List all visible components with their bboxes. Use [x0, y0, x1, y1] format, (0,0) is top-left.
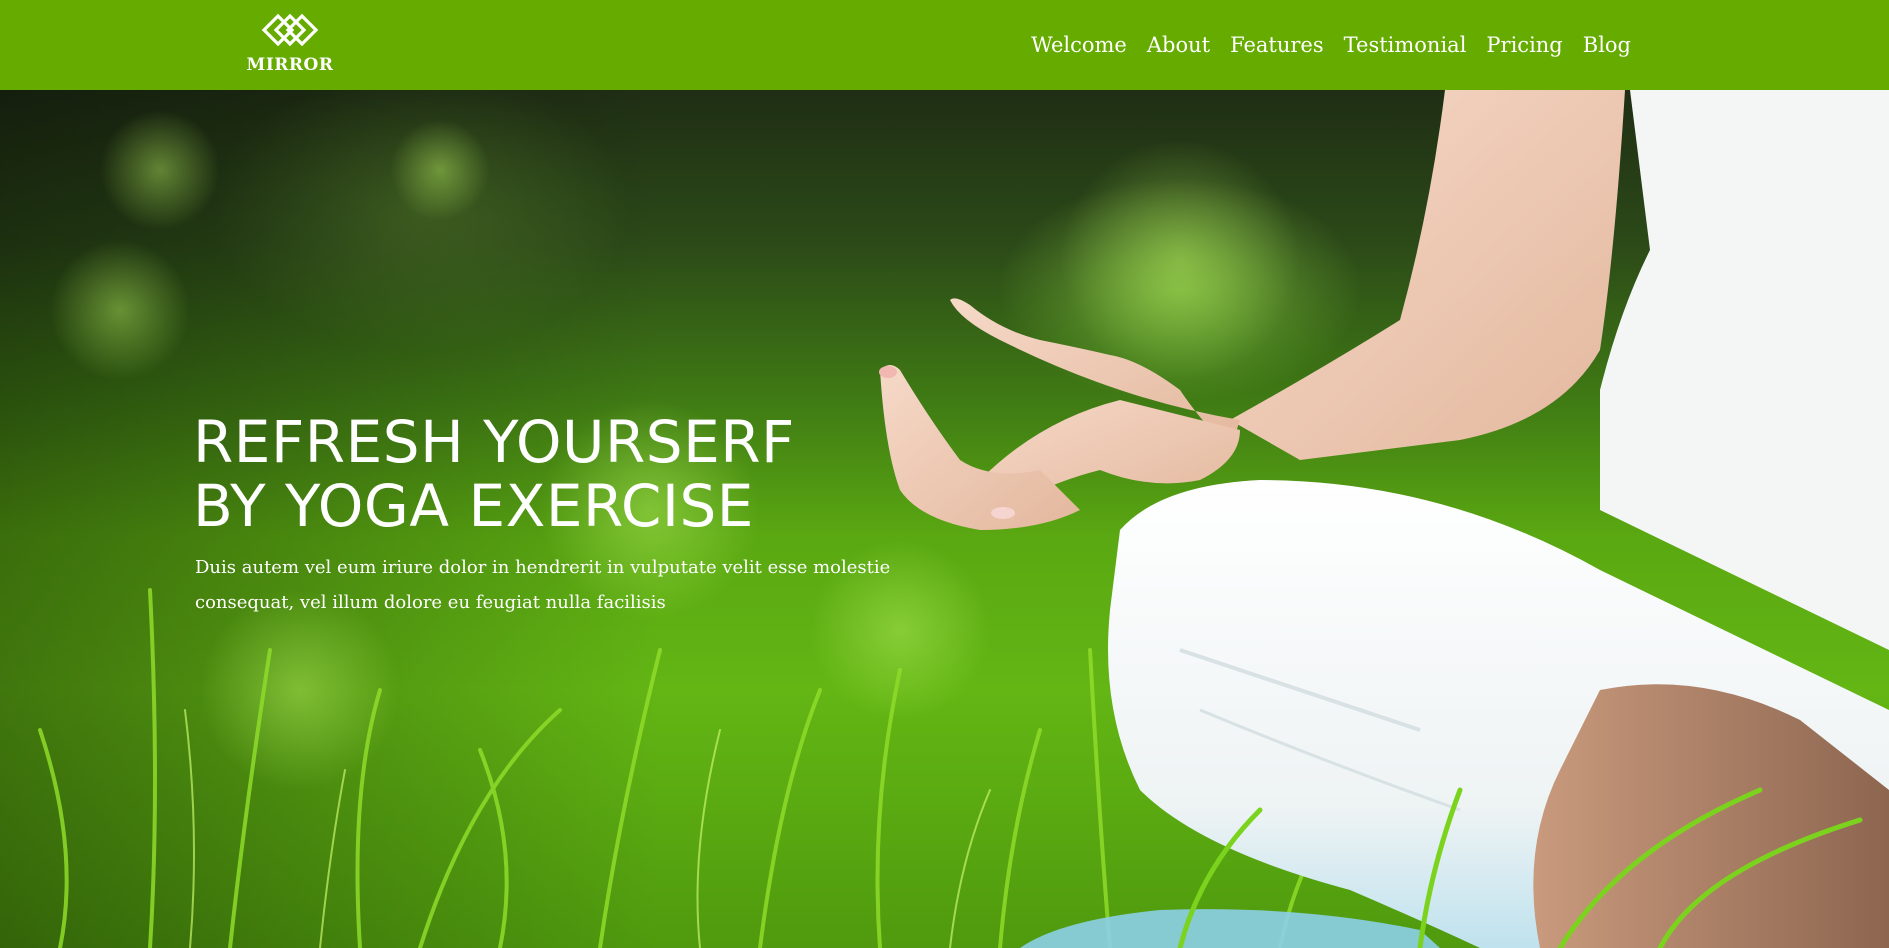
nav-pricing[interactable]: Pricing: [1486, 33, 1562, 57]
interlocked-diamonds-icon: [261, 13, 319, 47]
brand-name: MIRROR: [246, 55, 334, 75]
brand-logo[interactable]: MIRROR: [247, 12, 333, 78]
hero-heading-line-1: REFRESH YOURSERF: [193, 408, 795, 476]
main-nav: Welcome About Features Testimonial Prici…: [1011, 0, 1631, 90]
hero-subtext: Duis autem vel eum iriure dolor in hendr…: [195, 557, 891, 613]
hero-section: REFRESH YOURSERF BY YOGA EXERCISE Duis a…: [0, 90, 1889, 948]
hero-content: REFRESH YOURSERF BY YOGA EXERCISE Duis a…: [193, 410, 913, 620]
nav-welcome[interactable]: Welcome: [1031, 33, 1127, 57]
nav-testimonial[interactable]: Testimonial: [1344, 33, 1467, 57]
navbar: MIRROR Welcome About Features Testimonia…: [0, 0, 1889, 90]
hero-heading: REFRESH YOURSERF BY YOGA EXERCISE: [193, 410, 913, 538]
nav-about[interactable]: About: [1147, 33, 1210, 57]
nav-features[interactable]: Features: [1230, 33, 1324, 57]
nav-blog[interactable]: Blog: [1583, 33, 1631, 57]
hero-heading-line-2: BY YOGA EXERCISE: [193, 472, 754, 540]
